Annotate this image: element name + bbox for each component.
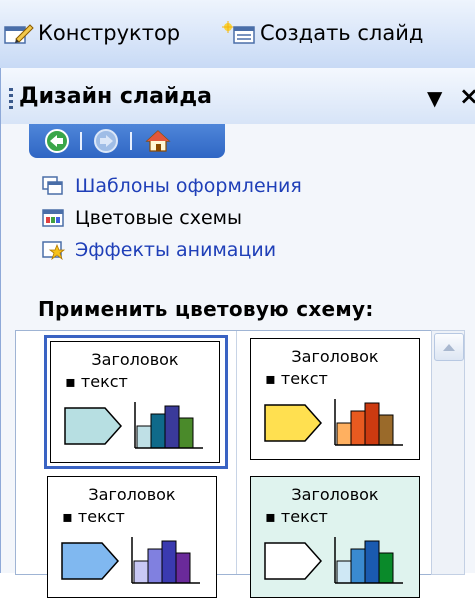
color-scheme-thumbnail[interactable]: Заголовок ▪ текст	[44, 335, 228, 469]
color-scheme-thumbnail[interactable]: Заголовок ▪ текст	[47, 476, 225, 604]
scheme-title: Заголовок	[291, 485, 379, 504]
scheme-preview: Заголовок ▪ текст	[250, 476, 420, 598]
nav-separator	[130, 132, 132, 150]
scheme-text: ▪ текст	[62, 507, 125, 526]
link-label: Эффекты анимации	[75, 239, 277, 261]
color-scheme-thumbnail[interactable]: Заголовок ▪ текст	[250, 338, 428, 466]
color-schemes-icon	[42, 209, 64, 227]
scheme-text: ▪ текст	[265, 507, 328, 526]
new-slide-icon	[222, 21, 255, 44]
new-slide-button[interactable]: Создать слайд	[222, 18, 423, 48]
gallery-divider	[236, 331, 237, 574]
link-animation-effects[interactable]: Эффекты анимации	[41, 239, 276, 261]
color-scheme-thumbnail[interactable]: Заголовок ▪ текст	[250, 476, 428, 604]
chevron-up-icon	[443, 344, 455, 351]
link-label: Шаблоны оформления	[75, 175, 302, 197]
scheme-preview: Заголовок ▪ текст	[250, 338, 420, 460]
link-label: Цветовые схемы	[75, 207, 242, 229]
home-icon	[145, 130, 171, 152]
scroll-up-button[interactable]	[434, 333, 464, 361]
color-scheme-gallery: Заголовок ▪ текст Заголовок ▪ текст Заго…	[15, 330, 433, 598]
link-color-schemes[interactable]: Цветовые схемы	[41, 207, 242, 229]
scheme-chart-icon	[64, 402, 203, 449]
scheme-preview: Заголовок ▪ текст	[47, 476, 217, 598]
design-pencil-icon	[4, 24, 34, 44]
scheme-title: Заголовок	[91, 350, 179, 369]
slide-design-pane: Дизайн слайда ▼ × Шаблоны оформления Цве…	[0, 68, 475, 598]
back-arrow-icon	[45, 129, 69, 153]
scheme-title: Заголовок	[88, 485, 176, 504]
nav-bar	[29, 124, 225, 158]
design-templates-icon	[42, 176, 63, 195]
home-button[interactable]	[144, 127, 172, 155]
forward-button[interactable]	[92, 127, 120, 155]
design-button[interactable]: Конструктор	[4, 18, 180, 48]
scheme-chart-icon	[264, 399, 403, 446]
apply-scheme-heading: Применить цветовую схему:	[38, 297, 374, 321]
animation-effects-icon	[42, 241, 65, 261]
scheme-chart-icon	[264, 537, 403, 584]
design-label: Конструктор	[38, 21, 181, 45]
scheme-chart-icon	[61, 537, 200, 584]
back-button[interactable]	[43, 127, 71, 155]
scheme-text: ▪ текст	[265, 369, 328, 388]
link-design-templates[interactable]: Шаблоны оформления	[41, 175, 302, 197]
gallery-scrollbar[interactable]	[431, 330, 465, 575]
close-icon[interactable]: ×	[459, 82, 475, 110]
dropdown-arrow-icon[interactable]: ▼	[427, 86, 442, 110]
pane-header: Дизайн слайда ▼ ×	[1, 68, 475, 124]
grip-handle[interactable]	[9, 88, 13, 112]
scheme-title: Заголовок	[291, 347, 379, 366]
toolbar: Конструктор Создать слайд	[0, 0, 475, 69]
pane-title: Дизайн слайда	[19, 84, 212, 109]
new-slide-label: Создать слайд	[260, 21, 424, 45]
scheme-preview: Заголовок ▪ текст	[50, 341, 220, 463]
nav-separator	[80, 132, 82, 150]
scheme-text: ▪ текст	[65, 372, 128, 391]
forward-arrow-icon	[94, 129, 118, 153]
